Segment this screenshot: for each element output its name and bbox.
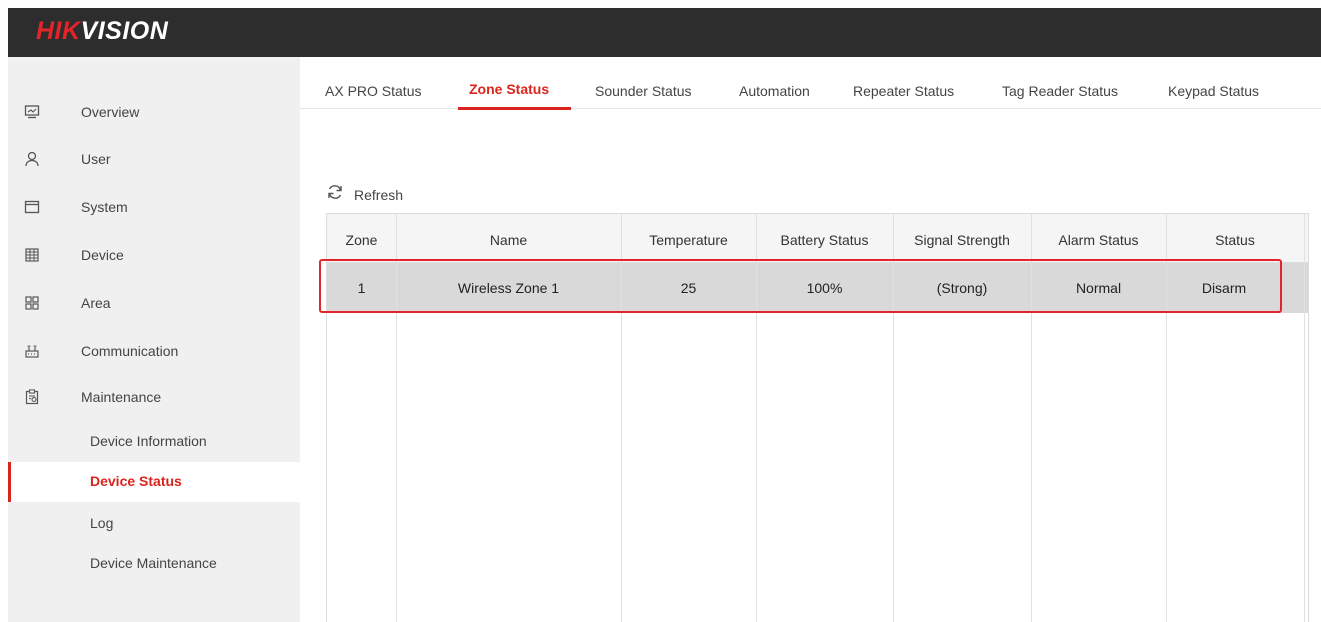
sidebar-item-maintenance[interactable]: Maintenance	[8, 377, 300, 417]
tab-keypad-status[interactable]: Keypad Status	[1168, 83, 1259, 99]
sidebar-item-label: Area	[81, 295, 111, 311]
main-content: AX PRO Status Zone Status Sounder Status…	[300, 57, 1321, 622]
sidebar-subitem-label: Device Information	[90, 433, 207, 449]
sidebar: Overview User System Device Area Communi…	[8, 57, 300, 622]
sidebar-item-label: Overview	[81, 104, 140, 120]
sidebar-item-label: Maintenance	[81, 389, 162, 405]
tab-sounder-status[interactable]: Sounder Status	[595, 83, 692, 99]
cell-name: Wireless Zone 1	[457, 280, 560, 296]
column-header-battery-status: Battery Status	[780, 232, 869, 248]
hikvision-logo: HIKVISION	[36, 17, 169, 45]
tab-automation[interactable]: Automation	[739, 83, 810, 99]
column-divider	[756, 213, 757, 622]
sidebar-subitem-label: Device Maintenance	[90, 555, 217, 571]
sidebar-item-device[interactable]: Device	[8, 235, 300, 275]
cell-alarm-status: Normal	[1075, 280, 1122, 296]
zone-status-table: Zone Name Temperature Battery Status Sig…	[319, 213, 1309, 622]
top-bar: HIKVISION	[8, 8, 1321, 57]
column-header-status: Status	[1215, 232, 1255, 248]
cell-battery-status: 100%	[806, 280, 843, 296]
refresh-icon	[326, 183, 344, 206]
tab-repeater-status[interactable]: Repeater Status	[853, 83, 954, 99]
sidebar-item-label: System	[81, 199, 128, 215]
column-divider	[621, 213, 622, 622]
sidebar-subitem-label: Device Status	[90, 473, 182, 489]
active-tab-underline	[458, 107, 571, 110]
column-divider	[1031, 213, 1032, 622]
sidebar-item-user[interactable]: User	[8, 139, 300, 179]
sidebar-item-label: User	[81, 151, 111, 167]
tab-tag-reader-status[interactable]: Tag Reader Status	[1002, 83, 1118, 99]
monitor-icon	[23, 103, 41, 121]
cell-temperature: 25	[680, 280, 697, 296]
cell-status: Disarm	[1201, 280, 1247, 296]
device-grid-icon	[23, 246, 41, 264]
cell-signal-strength: (Strong)	[936, 280, 988, 296]
communication-icon	[23, 342, 41, 360]
table-header: Zone Name Temperature Battery Status Sig…	[327, 213, 1308, 263]
sidebar-subitem-device-status[interactable]: Device Status	[8, 462, 300, 502]
app-window: HIKVISION Overview User System Device Ar…	[8, 8, 1321, 622]
user-icon	[23, 150, 41, 168]
sidebar-subitem-log[interactable]: Log	[8, 504, 300, 544]
maintenance-clipboard-icon	[23, 388, 41, 406]
refresh-button[interactable]: Refresh	[326, 183, 403, 206]
tab-ax-pro-status[interactable]: AX PRO Status	[325, 83, 421, 99]
sidebar-item-label: Device	[81, 247, 124, 263]
area-grid-icon	[23, 294, 41, 312]
column-header-temperature: Temperature	[649, 232, 728, 248]
refresh-label: Refresh	[354, 186, 404, 203]
column-header-alarm-status: Alarm Status	[1058, 232, 1139, 248]
sidebar-item-label: Communication	[81, 343, 179, 359]
column-divider	[396, 213, 397, 622]
sidebar-item-communication[interactable]: Communication	[8, 331, 300, 371]
active-indicator	[8, 462, 11, 502]
sidebar-item-area[interactable]: Area	[8, 283, 300, 323]
tab-bar: AX PRO Status Zone Status Sounder Status…	[300, 57, 1321, 110]
cell-zone: 1	[357, 280, 366, 296]
tab-zone-status[interactable]: Zone Status	[469, 81, 549, 97]
column-header-name: Name	[489, 232, 528, 248]
column-header-zone: Zone	[345, 232, 378, 248]
column-divider	[1304, 213, 1305, 622]
sidebar-item-system[interactable]: System	[8, 187, 300, 227]
column-divider	[1166, 213, 1167, 622]
system-window-icon	[23, 198, 41, 216]
column-header-signal-strength: Signal Strength	[914, 232, 1010, 248]
table-row[interactable]: 1 Wireless Zone 1 25 100% (Strong) Norma…	[327, 263, 1308, 313]
sidebar-subitem-device-information[interactable]: Device Information	[8, 422, 300, 462]
sidebar-subitem-label: Log	[90, 515, 114, 531]
sidebar-item-overview[interactable]: Overview	[8, 92, 300, 132]
column-divider	[893, 213, 894, 622]
sidebar-subitem-device-maintenance[interactable]: Device Maintenance	[8, 544, 300, 584]
